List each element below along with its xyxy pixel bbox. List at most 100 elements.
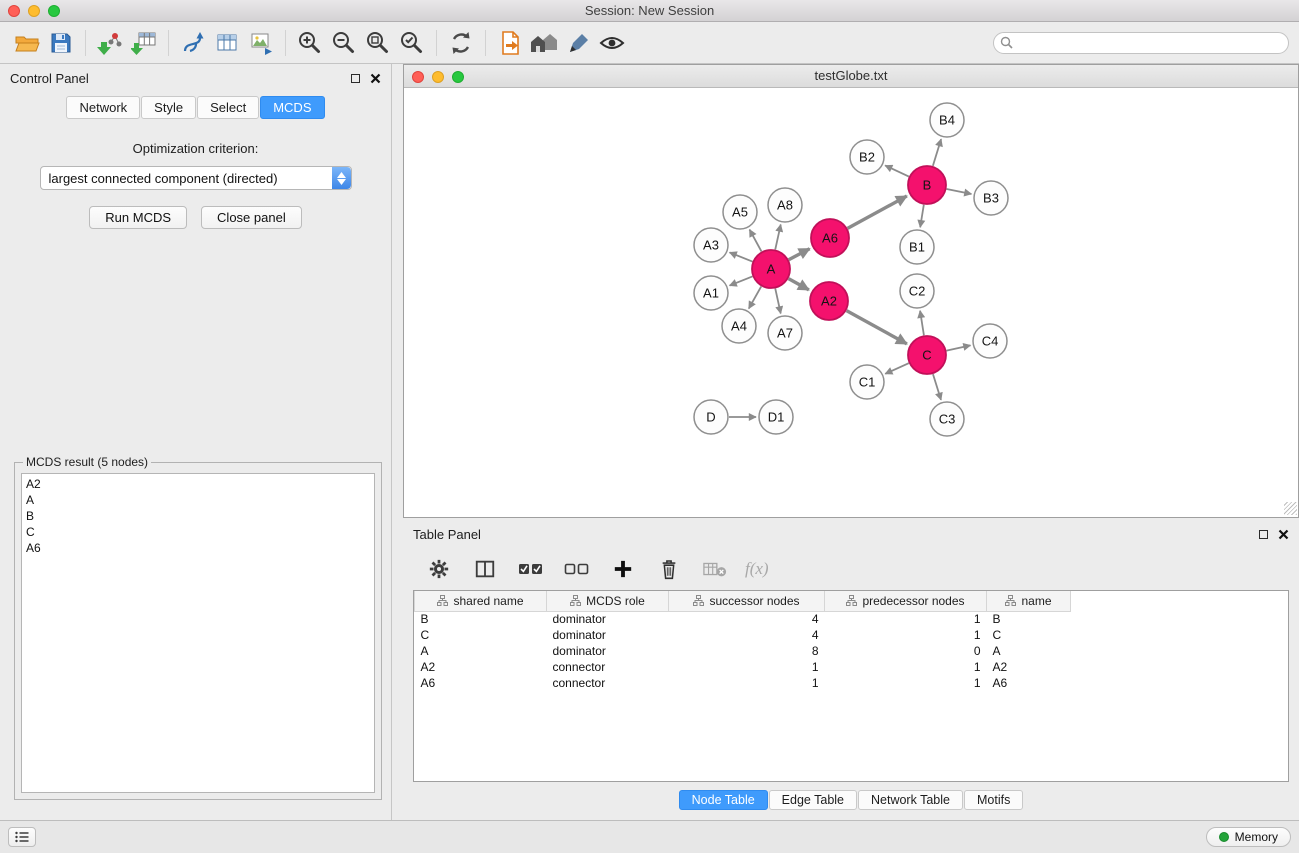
graph-node-A4[interactable]: A4 [722,309,756,343]
column-header-shared-name[interactable]: shared name [415,591,547,611]
float-panel-icon[interactable] [351,74,360,83]
table-cell[interactable]: 4 [669,611,825,627]
graph-edge-A-A4[interactable] [749,286,761,308]
graph-node-B1[interactable]: B1 [900,230,934,264]
table-cell[interactable]: 1 [825,675,987,691]
minimize-window-button[interactable] [28,5,40,17]
tab-style[interactable]: Style [141,96,196,119]
table-cell[interactable]: 8 [669,643,825,659]
delete-column-button[interactable] [653,553,685,585]
zoom-window-button[interactable] [48,5,60,17]
run-mcds-button[interactable]: Run MCDS [89,206,187,229]
refresh-network-button[interactable] [444,27,478,59]
open-session-file-button[interactable] [493,27,527,59]
graph-node-A7[interactable]: A7 [768,316,802,350]
graph-edge-B-B3[interactable] [947,189,972,194]
column-header-successor-nodes[interactable]: successor nodes [669,591,825,611]
graph-node-D[interactable]: D [694,400,728,434]
network-close-button[interactable] [412,71,424,83]
add-column-button[interactable] [607,553,639,585]
zoom-selected-button[interactable] [395,27,429,59]
tab-select[interactable]: Select [197,96,259,119]
function-builder-button[interactable]: f(x) [745,553,769,585]
table-cell[interactable]: 1 [669,659,825,675]
result-item[interactable]: A6 [26,540,370,556]
table-cell[interactable]: 4 [669,627,825,643]
table-cell[interactable]: A [415,643,547,659]
graph-edge-C-C2[interactable] [920,311,924,335]
table-cell[interactable]: C [987,627,1071,643]
graph-edge-A-A2[interactable] [789,279,809,290]
graph-edge-A2-C[interactable] [847,311,907,344]
graph-node-B3[interactable]: B3 [974,181,1008,215]
table-cell[interactable]: dominator [547,643,669,659]
table-cell[interactable]: dominator [547,627,669,643]
table-settings-button[interactable] [423,553,455,585]
export-image-button[interactable] [244,27,278,59]
table-cell[interactable]: A2 [415,659,547,675]
table-cell[interactable]: 1 [825,659,987,675]
column-header-predecessor-nodes[interactable]: predecessor nodes [825,591,987,611]
save-session-button[interactable] [44,27,78,59]
graph-node-A2[interactable]: A2 [810,282,848,320]
network-from-table-button[interactable] [210,27,244,59]
graph-node-A5[interactable]: A5 [723,195,757,229]
graph-edge-A-A8[interactable] [775,225,780,250]
table-cell[interactable]: B [415,611,547,627]
table-cell[interactable]: connector [547,659,669,675]
tab-network-table[interactable]: Network Table [858,790,963,810]
table-cell[interactable]: 0 [825,643,987,659]
graph-edge-B-B1[interactable] [920,205,924,228]
graph-node-A3[interactable]: A3 [694,228,728,262]
table-cell[interactable]: B [987,611,1071,627]
graph-node-A1[interactable]: A1 [694,276,728,310]
style-brush-button[interactable] [561,27,595,59]
column-header-mcds-role[interactable]: MCDS role [547,591,669,611]
graph-edge-A-A1[interactable] [730,276,753,285]
table-row[interactable]: A2connector11A2 [415,659,1071,675]
close-window-button[interactable] [8,5,20,17]
close-panel-button[interactable]: Close panel [201,206,302,229]
column-header-name[interactable]: name [987,591,1071,611]
table-cell[interactable]: C [415,627,547,643]
graph-edge-C-C1[interactable] [885,363,909,374]
graph-edge-B-B2[interactable] [885,165,909,176]
network-graph[interactable]: B4B2BB3A8A5A6A3B1AC2A1A2A4A7C4CC1DD1C3 [404,88,1297,516]
clear-table-button[interactable] [699,553,731,585]
home-button[interactable] [527,27,561,59]
close-panel-icon[interactable] [370,73,381,84]
optimization-criterion-select[interactable]: largest connected component (directed) [40,166,352,190]
graph-edge-B-B4[interactable] [933,139,941,166]
table-cell[interactable]: A6 [987,675,1071,691]
graph-node-C2[interactable]: C2 [900,274,934,308]
deselect-all-rows-button[interactable] [561,553,593,585]
table-cell[interactable]: 1 [825,627,987,643]
close-panel-icon[interactable] [1278,529,1289,540]
table-cell[interactable]: 1 [825,611,987,627]
result-item[interactable]: B [26,508,370,524]
tab-motifs[interactable]: Motifs [964,790,1023,810]
graph-node-C4[interactable]: C4 [973,324,1007,358]
zoom-fit-button[interactable] [361,27,395,59]
task-history-button[interactable] [8,827,36,847]
graph-node-D1[interactable]: D1 [759,400,793,434]
network-zoom-button[interactable] [452,71,464,83]
open-folder-button[interactable] [10,27,44,59]
table-cell[interactable]: connector [547,675,669,691]
apply-layout-button[interactable] [176,27,210,59]
graph-edge-C-C3[interactable] [933,374,941,400]
import-table-button[interactable] [127,27,161,59]
search-input[interactable] [993,32,1289,54]
graph-node-B4[interactable]: B4 [930,103,964,137]
graph-edge-C-C4[interactable] [947,345,971,350]
tab-network[interactable]: Network [66,96,140,119]
memory-button[interactable]: Memory [1206,827,1291,847]
graph-edge-A-A3[interactable] [730,252,753,261]
graph-edge-A-A7[interactable] [775,289,780,314]
tab-edge-table[interactable]: Edge Table [769,790,857,810]
graph-node-C3[interactable]: C3 [930,402,964,436]
tab-node-table[interactable]: Node Table [679,790,768,810]
table-cell[interactable]: A2 [987,659,1071,675]
show-columns-button[interactable] [469,553,501,585]
graph-edge-A-A5[interactable] [750,230,762,252]
